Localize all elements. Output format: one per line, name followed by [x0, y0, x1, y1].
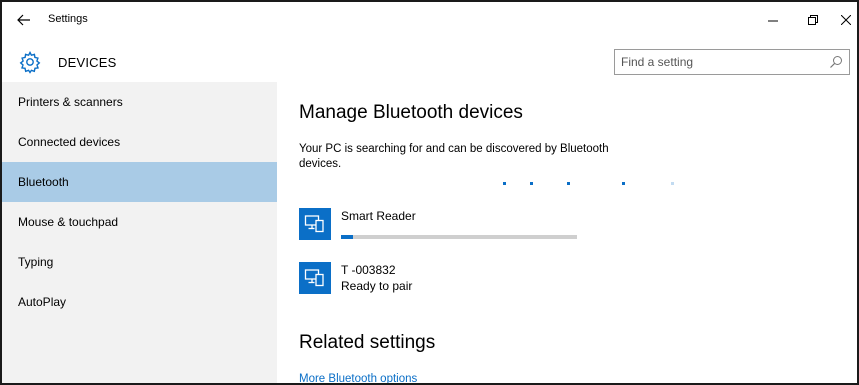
device-status: Ready to pair: [341, 279, 413, 293]
maximize-button[interactable]: [802, 10, 824, 30]
bluetooth-device-icon: [299, 208, 331, 240]
arrow-left-icon: [17, 14, 30, 26]
device-item-t-003832[interactable]: T -003832 Ready to pair: [299, 262, 599, 304]
searching-status-text: Your PC is searching for and can be disc…: [299, 143, 609, 170]
search-input[interactable]: [615, 51, 815, 73]
progress-dot: [622, 182, 625, 185]
window-title: Settings: [48, 13, 88, 25]
device-name: T -003832: [341, 263, 396, 277]
settings-window: Settings DEVICES Find a setting Printers…: [0, 0, 859, 385]
progress-dot: [530, 182, 533, 185]
progress-dot: [567, 182, 570, 185]
sidebar-item-bluetooth[interactable]: Bluetooth: [2, 162, 277, 202]
progress-dot: [503, 182, 506, 185]
pairing-progress-fill: [341, 235, 353, 239]
sidebar-nav: Printers & scanners Connected devices Bl…: [2, 82, 277, 383]
device-name: Smart Reader: [341, 209, 416, 223]
sidebar-item-typing[interactable]: Typing: [2, 242, 277, 282]
close-icon: [841, 15, 851, 25]
close-button[interactable]: [835, 10, 857, 30]
restore-icon: [808, 15, 818, 25]
more-bluetooth-options-link[interactable]: More Bluetooth options: [299, 373, 417, 383]
back-button[interactable]: [14, 10, 34, 30]
sidebar-item-autoplay[interactable]: AutoPlay: [2, 282, 277, 322]
sidebar-item-mouse-touchpad[interactable]: Mouse & touchpad: [2, 202, 277, 242]
pairing-progress-bar: [341, 235, 577, 239]
minimize-icon: [768, 20, 778, 22]
related-settings-heading: Related settings: [299, 332, 436, 353]
page-title: Manage Bluetooth devices: [299, 102, 523, 123]
search-box[interactable]: [614, 49, 850, 75]
sidebar-item-connected-devices[interactable]: Connected devices: [2, 122, 277, 162]
bluetooth-device-icon: [299, 262, 331, 294]
gear-icon: [19, 50, 41, 74]
title-bar: Settings: [2, 2, 857, 38]
main-content: Manage Bluetooth devices Your PC is sear…: [277, 82, 857, 383]
device-item-smart-reader[interactable]: Smart Reader: [299, 208, 599, 250]
search-icon[interactable]: [829, 55, 843, 69]
section-header: DEVICES: [2, 42, 857, 80]
section-title: DEVICES: [58, 55, 117, 70]
sidebar-item-printers-scanners[interactable]: Printers & scanners: [2, 82, 277, 122]
progress-dot: [671, 182, 674, 185]
minimize-button[interactable]: [762, 10, 784, 30]
